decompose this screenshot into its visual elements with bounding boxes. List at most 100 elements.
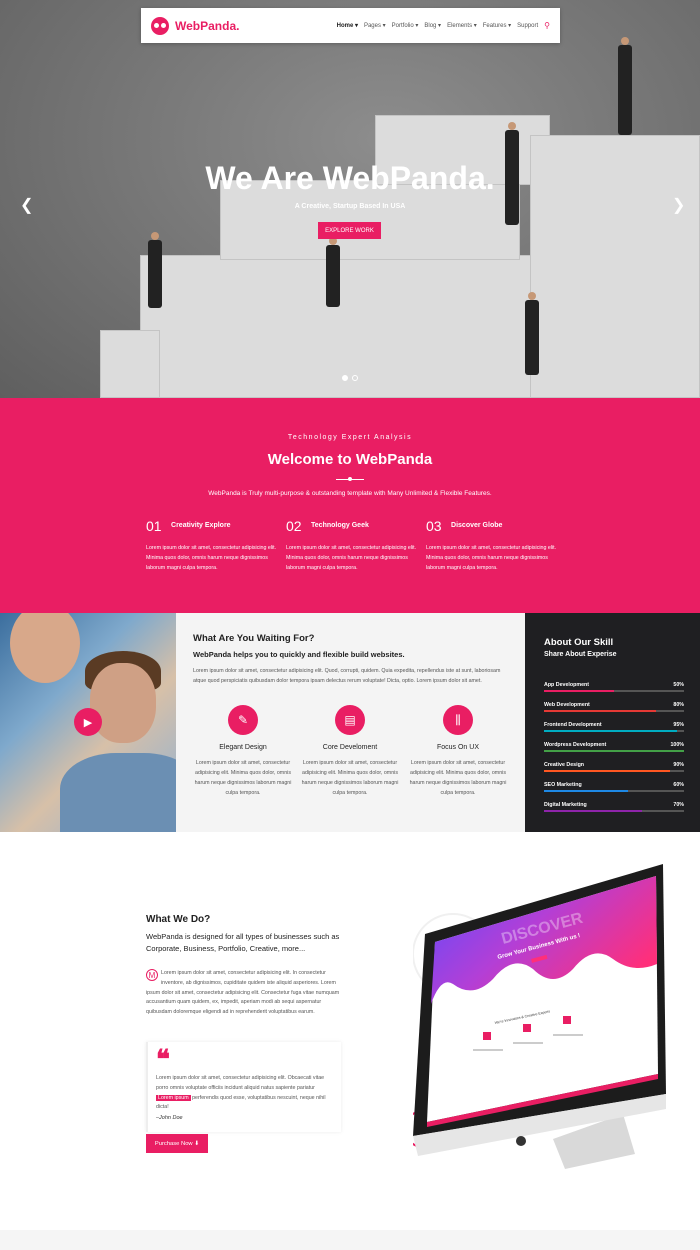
service-title: Core Develoment (322, 744, 378, 751)
feature-number: 02 (286, 517, 302, 534)
skill-percent: 90% (673, 762, 684, 768)
waiting-subtitle: WebPanda helps you to quickly and flexib… (193, 650, 405, 659)
skill-name: Web Development (544, 702, 590, 708)
service-item: ✎ Elegant Design Lorem ipsum dolor sit a… (189, 705, 297, 798)
skill-fill (544, 810, 642, 812)
hero-title: We Are WebPanda. (205, 160, 495, 196)
quote-icon: ❝ (156, 1044, 170, 1074)
brand-name: WebPanda. (175, 18, 240, 33)
person-face (90, 663, 156, 743)
screen-text-line (513, 1042, 543, 1044)
screen-icon (483, 1032, 491, 1040)
what-we-do-lead: WebPanda is designed for all types of bu… (146, 932, 340, 953)
screen-icon (563, 1016, 571, 1024)
skill-fill (544, 790, 628, 792)
feature-item: 01 Creativity Explore Lorem ipsum dolor … (146, 517, 281, 573)
skill-name: App Development (544, 682, 590, 688)
skill-bar: App Development 50% (544, 682, 684, 692)
nav-item-elements[interactable]: Elements ▾ (447, 22, 477, 29)
feature-item: 02 Technology Geek Lorem ipsum dolor sit… (286, 517, 421, 573)
skill-fill (544, 710, 656, 712)
hero-slider: WebPanda. Home ▾ Pages ▾ Portfolio ▾ Blo… (0, 0, 700, 398)
service-text: Lorem ipsum dolor sit amet, consectetur … (409, 760, 507, 796)
person-face (10, 613, 80, 683)
logo[interactable]: WebPanda. (151, 16, 240, 35)
skills-section: About Our Skill Share About Experise App… (525, 613, 700, 832)
footer-strip (0, 1230, 700, 1250)
skill-name: Creative Design (544, 762, 585, 768)
apple-logo-icon (516, 1136, 526, 1146)
navbar: WebPanda. Home ▾ Pages ▾ Portfolio ▾ Blo… (141, 8, 560, 43)
service-item: ▤ Core Develoment Lorem ipsum dolor sit … (296, 705, 404, 798)
person-figure (326, 245, 340, 307)
search-icon[interactable]: ⚲ (544, 21, 550, 30)
service-text: Lorem ipsum dolor sit amet, consectetur … (301, 760, 399, 796)
person-figure (148, 240, 162, 308)
paragraph-text: Lorem ipsum dolor sit amet, consectetur … (146, 970, 340, 1016)
screen-icon (523, 1024, 531, 1032)
skill-percent: 60% (673, 782, 684, 788)
skill-bar: Creative Design 90% (544, 762, 684, 772)
slider-dot-active[interactable] (342, 375, 348, 381)
welcome-title: Welcome to WebPanda (267, 451, 433, 468)
nav-item-portfolio[interactable]: Portfolio ▾ (392, 22, 419, 29)
feature-text: Lorem ipsum dolor sit amet, consectetur … (426, 545, 557, 571)
nav-item-home[interactable]: Home ▾ (337, 22, 358, 29)
quote-text: Lorem ipsum dolor sit amet, consectetur … (156, 1074, 333, 1113)
skill-percent: 50% (673, 682, 684, 688)
nav-item-blog[interactable]: Blog ▾ (424, 22, 441, 29)
skill-name: Wordpress Development (544, 742, 607, 748)
screen-text-line (553, 1034, 583, 1036)
title-separator (336, 477, 364, 481)
welcome-section: Technology Expert Analysis Welcome to We… (0, 398, 700, 613)
skill-fill (544, 730, 677, 732)
feature-name: Technology Geek (311, 522, 369, 530)
service-text: Lorem ipsum dolor sit amet, consectetur … (194, 760, 292, 796)
quote-author: –John Doe (156, 1115, 183, 1122)
feature-name: Creativity Explore (171, 522, 231, 530)
service-title: Focus On UX (436, 744, 479, 751)
what-we-do-paragraph: M Lorem ipsum dolor sit amet, consectetur… (146, 969, 341, 1018)
sliders-icon: ⫼ (443, 705, 473, 735)
feature-number: 01 (146, 517, 162, 534)
waiting-paragraph: Lorem ipsum dolor sit amet, consectetur … (193, 668, 501, 684)
skills-subtitle: Share About Experise (544, 651, 617, 658)
skill-bar: Web Development 80% (544, 702, 684, 712)
slider-dot[interactable] (352, 375, 358, 381)
person-figure (525, 300, 539, 375)
skill-percent: 80% (673, 702, 684, 708)
nav-item-pages[interactable]: Pages ▾ (364, 22, 386, 29)
feature-text: Lorem ipsum dolor sit amet, consectetur … (286, 545, 417, 571)
feature-name: Discover Globe (451, 522, 503, 530)
skill-bar: Frontend Development 95% (544, 722, 684, 732)
dropcap: M (146, 969, 158, 981)
what-we-do-section: What We Do? WebPanda is designed for all… (0, 832, 700, 1230)
hero-subtitle: A Creative, Startup Based In USA (294, 203, 406, 210)
service-title: Elegant Design (219, 744, 267, 751)
welcome-description: WebPanda is Truly multi-purpose & outsta… (208, 490, 492, 497)
main-menu: Home ▾ Pages ▾ Portfolio ▾ Blog ▾ Elemen… (337, 21, 550, 30)
what-we-do-title: What We Do? (146, 914, 211, 925)
skill-bar: Digital Marketing 70% (544, 802, 684, 812)
puzzle-wall (100, 330, 160, 398)
video-play-icon[interactable]: ▶ (74, 708, 102, 736)
skill-fill (544, 690, 614, 692)
testimonial-quote: ❝ Lorem ipsum dolor sit amet, consectetu… (146, 1042, 341, 1132)
skill-bar: SEO Marketing 60% (544, 782, 684, 792)
skill-name: Frontend Development (544, 722, 602, 728)
browser-icon: ▤ (335, 705, 365, 735)
explore-work-button[interactable]: EXPLORE WORK (318, 222, 381, 239)
skill-percent: 70% (673, 802, 684, 808)
skill-fill (544, 770, 670, 772)
nav-item-features[interactable]: Features ▾ (483, 22, 511, 29)
service-item: ⫼ Focus On UX Lorem ipsum dolor sit amet… (404, 705, 512, 798)
waiting-title: What Are You Waiting For? (193, 633, 315, 644)
feature-number: 03 (426, 517, 442, 534)
purchase-now-button[interactable]: Purchase Now ⬇ (146, 1134, 208, 1153)
feature-item: 03 Discover Globe Lorem ipsum dolor sit … (426, 517, 561, 573)
screen-text-line (473, 1049, 503, 1051)
nav-item-support[interactable]: Support (517, 23, 538, 29)
quote-highlight: Lorem ipsum (156, 1094, 191, 1101)
skill-name: Digital Marketing (544, 802, 587, 808)
skill-bar: Wordpress Development 100% (544, 742, 684, 752)
